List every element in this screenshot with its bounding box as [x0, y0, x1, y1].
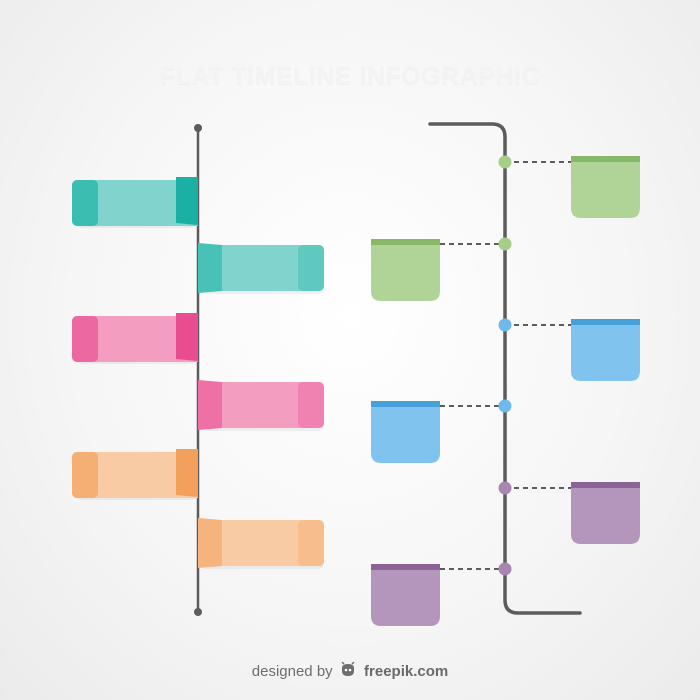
right-banner-pink [198, 380, 324, 431]
left-timeline-bottom-dot [194, 608, 202, 616]
banner-edge [298, 245, 324, 291]
timeline-node-3 [498, 318, 640, 381]
node-dot [498, 318, 512, 332]
bracket-line [428, 122, 582, 615]
right-banner-teal [198, 243, 324, 294]
left-banner-pink [72, 313, 198, 364]
timeline-node-6 [371, 562, 512, 626]
node-dot [498, 399, 512, 413]
note-card [571, 319, 640, 381]
freepik-logo-icon [339, 661, 357, 682]
timeline-node-1 [498, 155, 640, 218]
banner-edge [72, 316, 98, 362]
node-dot [498, 481, 512, 495]
banner-edge [298, 382, 324, 428]
right-timeline [371, 122, 640, 626]
left-banner-teal [72, 177, 198, 228]
banner-fold [176, 313, 198, 361]
banner-fold [198, 380, 222, 430]
note-card [371, 564, 440, 626]
banner-fold [198, 518, 222, 568]
footer-credit: designed by freepik.com [0, 661, 700, 682]
right-banner-orange [198, 518, 324, 569]
left-banner-orange [72, 449, 198, 500]
note-card-header [571, 156, 640, 162]
timeline-node-2 [371, 237, 512, 301]
banner-edge [298, 520, 324, 566]
banner-fold [176, 177, 198, 225]
note-card-header [371, 564, 440, 570]
timeline-stage [72, 122, 640, 626]
node-dot [498, 562, 512, 576]
banner-edge [72, 452, 98, 498]
freepik-brand: freepik.com [364, 663, 449, 680]
note-card [571, 482, 640, 544]
timeline-node-5 [498, 481, 640, 544]
node-dot [498, 237, 512, 251]
designed-by-label: designed by [251, 663, 333, 680]
node-dot [498, 155, 512, 169]
note-card-header [571, 319, 640, 325]
note-card [371, 239, 440, 301]
banner-fold [198, 243, 222, 293]
note-card-header [371, 239, 440, 245]
banner-edge [72, 180, 98, 226]
banner-fold [176, 449, 198, 497]
timeline-node-4 [371, 399, 512, 463]
note-card-header [571, 482, 640, 488]
left-timeline [72, 124, 324, 616]
left-timeline-top-dot [194, 124, 202, 132]
note-card [371, 401, 440, 463]
note-card [571, 156, 640, 218]
note-card-header [371, 401, 440, 407]
